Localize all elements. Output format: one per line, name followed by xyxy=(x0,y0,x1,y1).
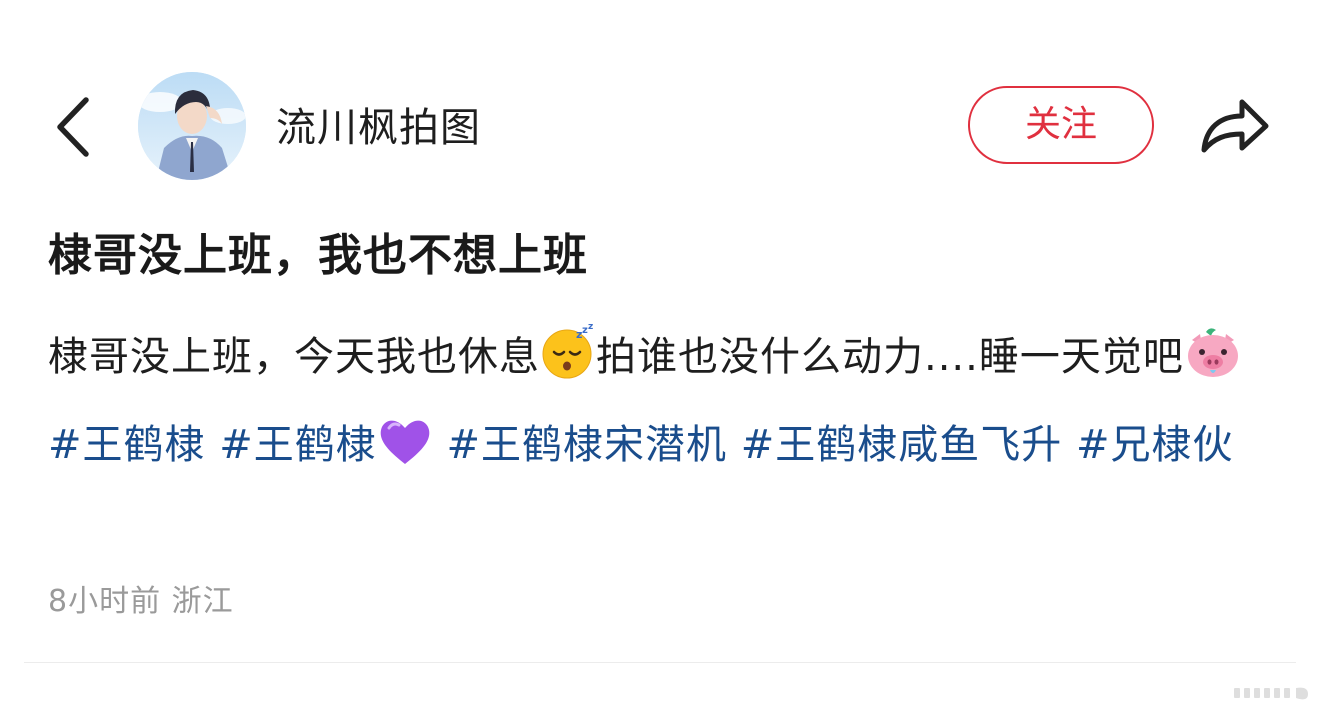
post-location: 浙江 xyxy=(171,584,234,619)
hashtag-link[interactable]: #王鹤棣 xyxy=(219,422,377,468)
svg-text:z: z xyxy=(588,324,594,332)
divider xyxy=(24,662,1296,663)
hashtag-link[interactable]: #兄棣伙 xyxy=(1076,422,1234,468)
follow-button[interactable]: 关注 xyxy=(968,86,1154,164)
post-time: 8小时前 xyxy=(48,584,162,619)
body-text-intro: 棣哥没上班，今天我也休息 xyxy=(48,334,540,380)
avatar-image xyxy=(138,72,246,180)
share-button[interactable] xyxy=(1196,92,1272,160)
share-arrow-icon xyxy=(1201,99,1269,153)
body-text-middle: 拍谁也没什么动力....睡一天觉吧 xyxy=(596,334,1184,380)
hashtag-link[interactable]: #王鹤棣咸鱼飞升 xyxy=(741,422,1063,468)
hashtag-link[interactable]: #王鹤棣 xyxy=(48,422,206,468)
post-body: 棣哥没上班，今天我也休息 z z z 拍谁也没什么动力....睡一天觉吧 #王鹤… xyxy=(48,318,1276,494)
sleeping-face-emoji: z z z xyxy=(540,322,596,406)
avatar[interactable] xyxy=(138,72,246,180)
hashtag-link[interactable]: #王鹤棣宋潜机 xyxy=(446,422,727,468)
purple-heart-emoji xyxy=(377,414,433,494)
pig-face-emoji xyxy=(1184,326,1242,406)
post-title: 棣哥没上班，我也不想上班 xyxy=(48,230,588,281)
post-meta: 8小时前 浙江 xyxy=(48,580,234,624)
chevron-left-icon xyxy=(57,97,89,157)
back-button[interactable] xyxy=(50,92,100,162)
watermark-logo xyxy=(1232,678,1312,708)
author-name[interactable]: 流川枫拍图 xyxy=(276,101,481,155)
post-header: 流川枫拍图 关注 xyxy=(0,0,1320,200)
